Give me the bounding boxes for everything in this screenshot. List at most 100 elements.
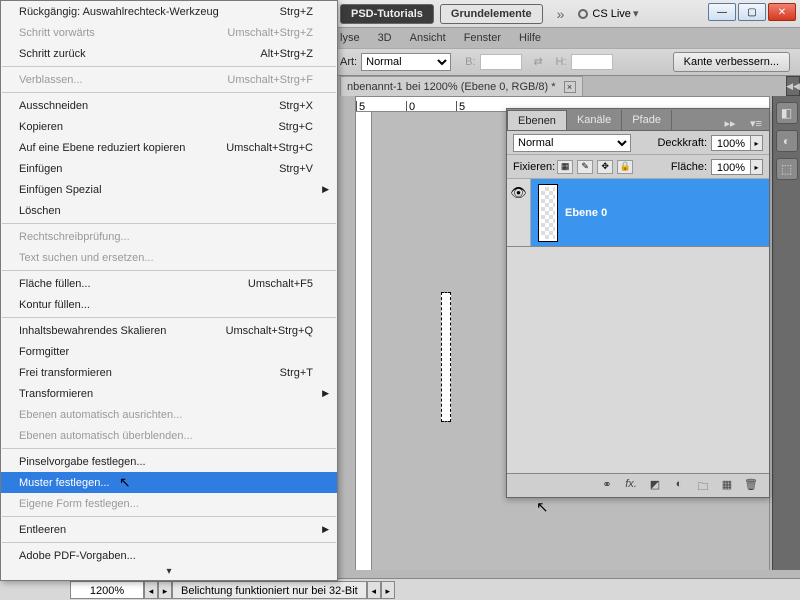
menu-item: Eigene Form festlegen... (1, 493, 337, 514)
menu-item: Rechtschreibprüfung... (1, 226, 337, 247)
paths-icon[interactable]: ⬚ (776, 158, 798, 180)
adjustment-layer-icon[interactable]: ◐ (670, 478, 688, 494)
menu-item[interactable]: Adobe PDF-Vorgaben... (1, 545, 337, 566)
menu-item[interactable]: Frei transformierenStrg+T (1, 362, 337, 383)
menu-hilfe[interactable]: Hilfe (519, 32, 541, 44)
mask-icon[interactable]: ◩ (646, 478, 664, 494)
layers-panel: Ebenen Kanäle Pfade ▸▸ ▾≡ Normal Deckkra… (506, 108, 770, 498)
menu-item[interactable]: Kontur füllen... (1, 294, 337, 315)
workspace-tab-psd[interactable]: PSD-Tutorials (340, 4, 434, 24)
zoom-prev-icon[interactable]: ◂ (144, 581, 158, 599)
lock-label: Fixieren: (513, 161, 555, 173)
menu-item[interactable]: Auf eine Ebene reduziert kopierenUmschal… (1, 137, 337, 158)
link-layers-icon[interactable]: ⚭ (598, 478, 616, 494)
lock-position-icon[interactable]: ✥ (597, 160, 613, 174)
adjustments-icon[interactable]: ◐ (776, 130, 798, 152)
menu-3d[interactable]: 3D (378, 32, 392, 44)
ruler-vertical (356, 112, 372, 570)
group-icon[interactable]: 🗀 (694, 478, 712, 494)
new-layer-icon[interactable]: ▦ (718, 478, 736, 494)
tab-paths[interactable]: Pfade (622, 110, 672, 130)
blend-mode-select[interactable]: Normal (513, 134, 631, 152)
menu-item[interactable]: Löschen (1, 200, 337, 221)
cslive-icon (578, 9, 588, 19)
panel-menu-icon[interactable]: ▾≡ (743, 117, 769, 130)
close-tab-icon[interactable]: × (564, 81, 576, 93)
menu-scroll-down-icon[interactable]: ▾ (1, 566, 337, 580)
dock-collapse-icon[interactable]: ◀◀ (786, 76, 800, 96)
width-label: B: (465, 56, 475, 68)
art-label: Art: (340, 56, 357, 68)
selection-marquee (441, 292, 451, 422)
height-label: H: (556, 56, 567, 68)
menu-item[interactable]: Schritt zurückAlt+Strg+Z (1, 43, 337, 64)
delete-layer-icon[interactable]: 🗑 (742, 478, 760, 494)
layer-row[interactable]: 👁 Ebene 0 (507, 179, 769, 247)
layer-name[interactable]: Ebene 0 (565, 207, 607, 219)
panel-collapse-icon[interactable]: ▸▸ (717, 117, 743, 130)
maximize-button[interactable]: ▢ (738, 3, 766, 21)
close-button[interactable]: ✕ (768, 3, 796, 21)
zoom-input[interactable]: 1200% (70, 581, 144, 599)
cs-live-button[interactable]: CS Live▾ (578, 7, 647, 20)
menu-item[interactable]: Entleeren▶ (1, 519, 337, 540)
document-tab[interactable]: nbenannt-1 bei 1200% (Ebene 0, RGB/8) * … (340, 76, 583, 96)
status-bar: 1200% ◂ ▸ Belichtung funktioniert nur be… (0, 578, 800, 600)
layers-icon[interactable]: ◧ (776, 102, 798, 124)
panel-tabs: Ebenen Kanäle Pfade ▸▸ ▾≡ (507, 109, 769, 131)
menu-item: Text suchen und ersetzen... (1, 247, 337, 268)
layer-thumbnail[interactable] (539, 185, 557, 241)
fill-input[interactable]: 100% (711, 159, 751, 175)
lock-brush-icon[interactable]: ✎ (577, 160, 593, 174)
workspace-more-icon[interactable]: » (557, 6, 565, 22)
menu-item[interactable]: Rückgängig: Auswahlrechteck-WerkzeugStrg… (1, 1, 337, 22)
fx-icon[interactable]: fx. (622, 478, 640, 494)
tab-channels[interactable]: Kanäle (567, 110, 622, 130)
status-next-icon[interactable]: ▸ (381, 581, 395, 599)
menu-item[interactable]: Pinselvorgabe festlegen... (1, 451, 337, 472)
lock-pixels-icon[interactable]: ▦ (557, 160, 573, 174)
chevron-down-icon: ▾ (633, 7, 647, 20)
right-dock: ◧ ◐ ⬚ (772, 96, 800, 570)
opacity-input[interactable]: 100% (711, 135, 751, 151)
fill-arrow-icon[interactable]: ▸ (751, 159, 763, 175)
opacity-arrow-icon[interactable]: ▸ (751, 135, 763, 151)
menu-item[interactable]: Fläche füllen...Umschalt+F5 (1, 273, 337, 294)
menu-item[interactable]: Muster festlegen...↖ (1, 472, 337, 493)
menu-analyse[interactable]: lyse (340, 32, 360, 44)
workspace-tab-grund[interactable]: Grundelemente (440, 4, 543, 24)
height-input[interactable] (571, 54, 613, 70)
menu-item: Schritt vorwärtsUmschalt+Strg+Z (1, 22, 337, 43)
lock-all-icon[interactable]: 🔒 (617, 160, 633, 174)
menu-ansicht[interactable]: Ansicht (410, 32, 446, 44)
submenu-arrow-icon: ▶ (322, 184, 329, 195)
status-prev-icon[interactable]: ◂ (367, 581, 381, 599)
minimize-button[interactable]: — (708, 3, 736, 21)
menu-item[interactable]: Inhaltsbewahrendes SkalierenUmschalt+Str… (1, 320, 337, 341)
menu-item[interactable]: EinfügenStrg+V (1, 158, 337, 179)
menu-item[interactable]: Einfügen Spezial▶ (1, 179, 337, 200)
menu-item: Verblassen...Umschalt+Strg+F (1, 69, 337, 90)
menu-item[interactable]: Formgitter (1, 341, 337, 362)
fill-label: Fläche: (671, 161, 707, 173)
menu-item[interactable]: Transformieren▶ (1, 383, 337, 404)
width-input[interactable] (480, 54, 522, 70)
edit-menu-dropdown: Rückgängig: Auswahlrechteck-WerkzeugStrg… (0, 0, 338, 581)
zoom-next-icon[interactable]: ▸ (158, 581, 172, 599)
tab-layers[interactable]: Ebenen (507, 110, 567, 130)
status-message: Belichtung funktioniert nur bei 32-Bit (172, 581, 367, 599)
menu-fenster[interactable]: Fenster (464, 32, 501, 44)
cursor-icon: ↖ (119, 474, 131, 491)
cursor-icon: ↖ (536, 498, 549, 516)
menu-item[interactable]: KopierenStrg+C (1, 116, 337, 137)
layer-list: 👁 Ebene 0 (507, 179, 769, 473)
menu-item: Ebenen automatisch überblenden... (1, 425, 337, 446)
menu-item[interactable]: AusschneidenStrg+X (1, 95, 337, 116)
menu-item: Ebenen automatisch ausrichten... (1, 404, 337, 425)
art-select[interactable]: Normal (361, 53, 451, 71)
opacity-label: Deckkraft: (657, 137, 707, 149)
swap-icon[interactable]: ⇄ (534, 55, 548, 69)
refine-edge-button[interactable]: Kante verbessern... (673, 52, 790, 72)
visibility-toggle-icon[interactable]: 👁 (507, 179, 531, 246)
document-title: nbenannt-1 bei 1200% (Ebene 0, RGB/8) * (347, 81, 556, 93)
